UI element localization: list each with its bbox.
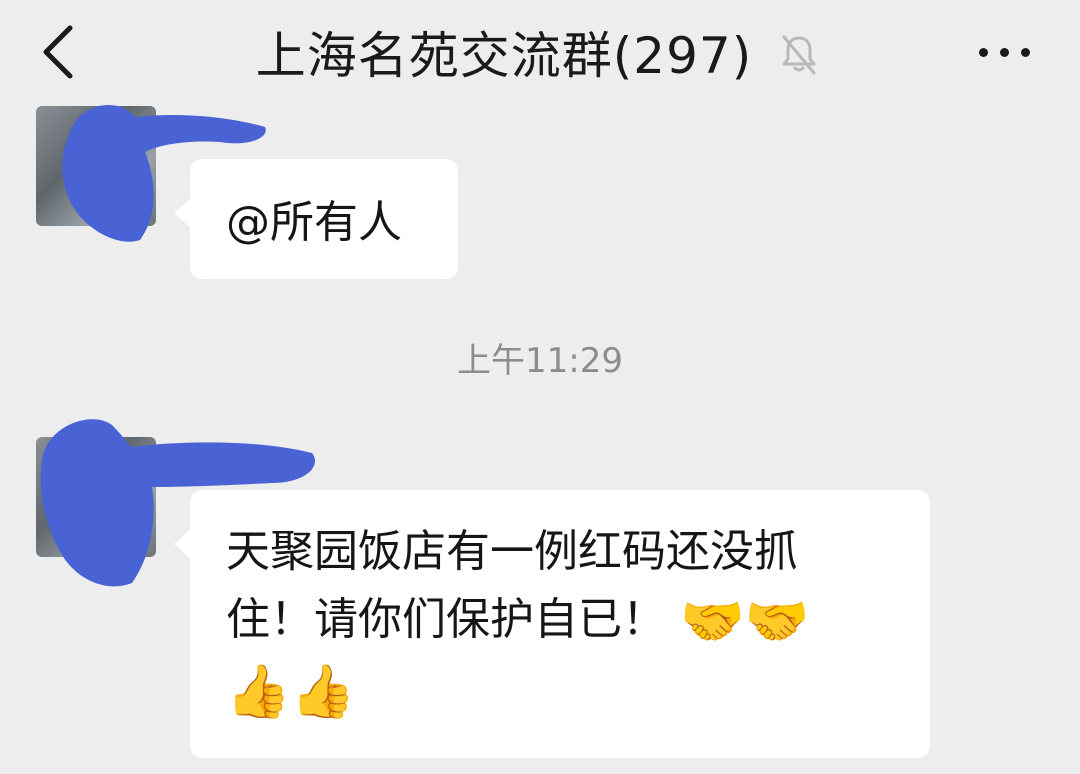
message-bubble[interactable]: @所有人 <box>174 159 458 279</box>
more-dots-icon <box>978 47 988 57</box>
handshake-icon: 🤝 <box>744 592 810 652</box>
message-timestamp: 上午11:29 <box>457 341 623 381</box>
more-dots-icon <box>999 47 1009 57</box>
more-options-button[interactable] <box>964 22 1044 82</box>
message-text-line: 👍👍 <box>226 656 894 726</box>
handshake-icon: 🤝 <box>680 592 745 652</box>
thumbs-up-icon: 👍 <box>290 662 356 722</box>
more-dots-icon <box>1020 47 1030 57</box>
message-text-line: 住！请你们保护自已！ 🤝🤝 <box>226 586 894 656</box>
message-bubble[interactable]: 天聚园饭店有一例红码还没抓 住！请你们保护自已！ 🤝🤝 👍👍 <box>174 490 930 758</box>
message-text: @所有人 <box>226 197 402 248</box>
message-text: 住！请你们保护自已！ <box>226 594 666 645</box>
chat-title: 上海名苑交流群(297) <box>255 27 753 85</box>
avatar[interactable] <box>36 437 156 557</box>
message-text-line: 天聚园饭店有一例红码还没抓 <box>226 526 798 577</box>
avatar[interactable] <box>36 106 156 226</box>
thumbs-up-icon: 👍 <box>226 662 291 722</box>
chat-header: 上海名苑交流群(297) <box>0 0 1080 100</box>
chat-screen: 上海名苑交流群(297) @所有人 上午11:29 天聚园饭店有一例红码还没抓 … <box>0 0 1080 774</box>
title-wrap: 上海名苑交流群(297) <box>0 20 1080 85</box>
bell-muted-icon <box>782 35 816 75</box>
